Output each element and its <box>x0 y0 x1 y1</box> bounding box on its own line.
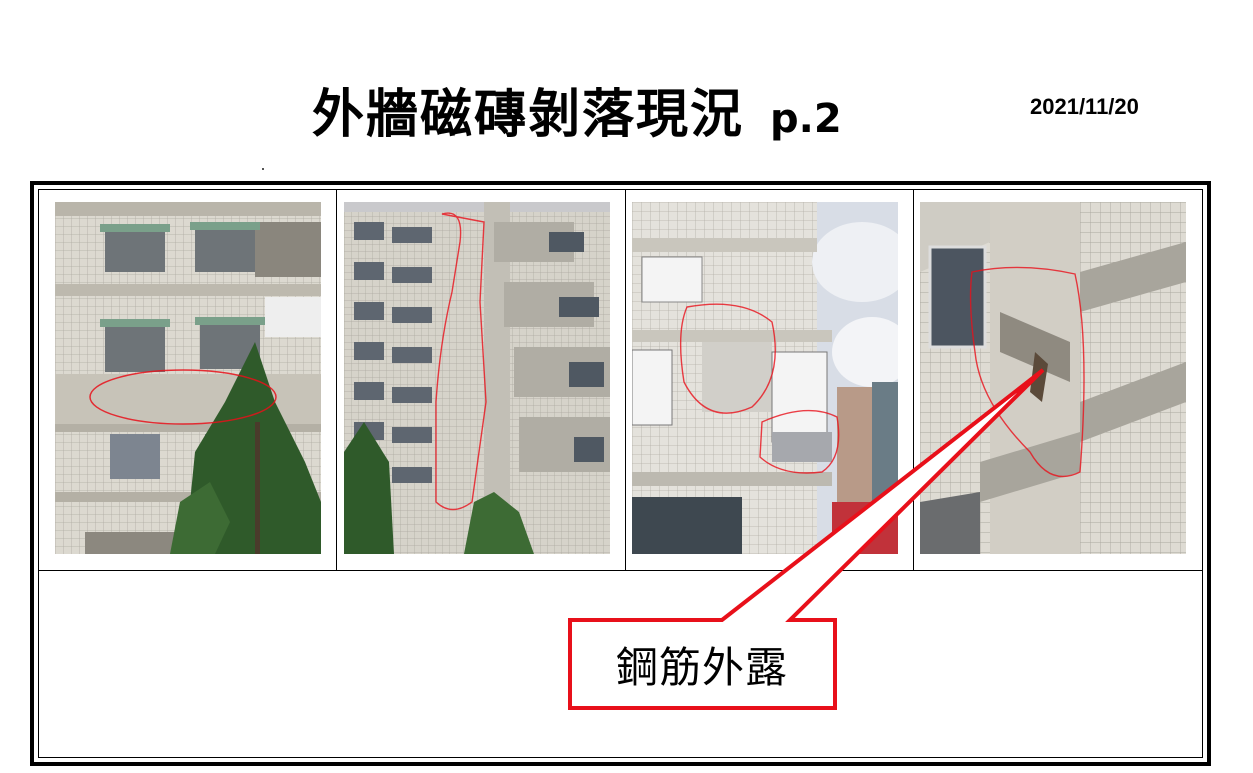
column-divider-1 <box>336 190 337 570</box>
column-divider-3 <box>913 190 914 570</box>
title-text: 外牆磁磚剝落現況 <box>312 85 745 145</box>
photo-1-image <box>55 202 321 554</box>
photo-2-image <box>344 202 610 554</box>
photo-4 <box>920 202 1186 554</box>
column-divider-2 <box>625 190 626 570</box>
photo-2 <box>344 202 610 554</box>
photo-4-image <box>920 202 1186 554</box>
row-divider <box>39 570 1202 571</box>
page-number: p.2 <box>770 96 842 142</box>
photo-1 <box>55 202 321 554</box>
page-title: 外牆磁磚剝落現況 p.2 <box>312 72 842 147</box>
photo-3-image <box>632 202 898 554</box>
report-date: 2021/11/20 <box>1030 94 1139 119</box>
photo-3 <box>632 202 898 554</box>
callout-label: 鋼筋外露 <box>615 642 788 692</box>
stray-mark <box>262 168 264 170</box>
